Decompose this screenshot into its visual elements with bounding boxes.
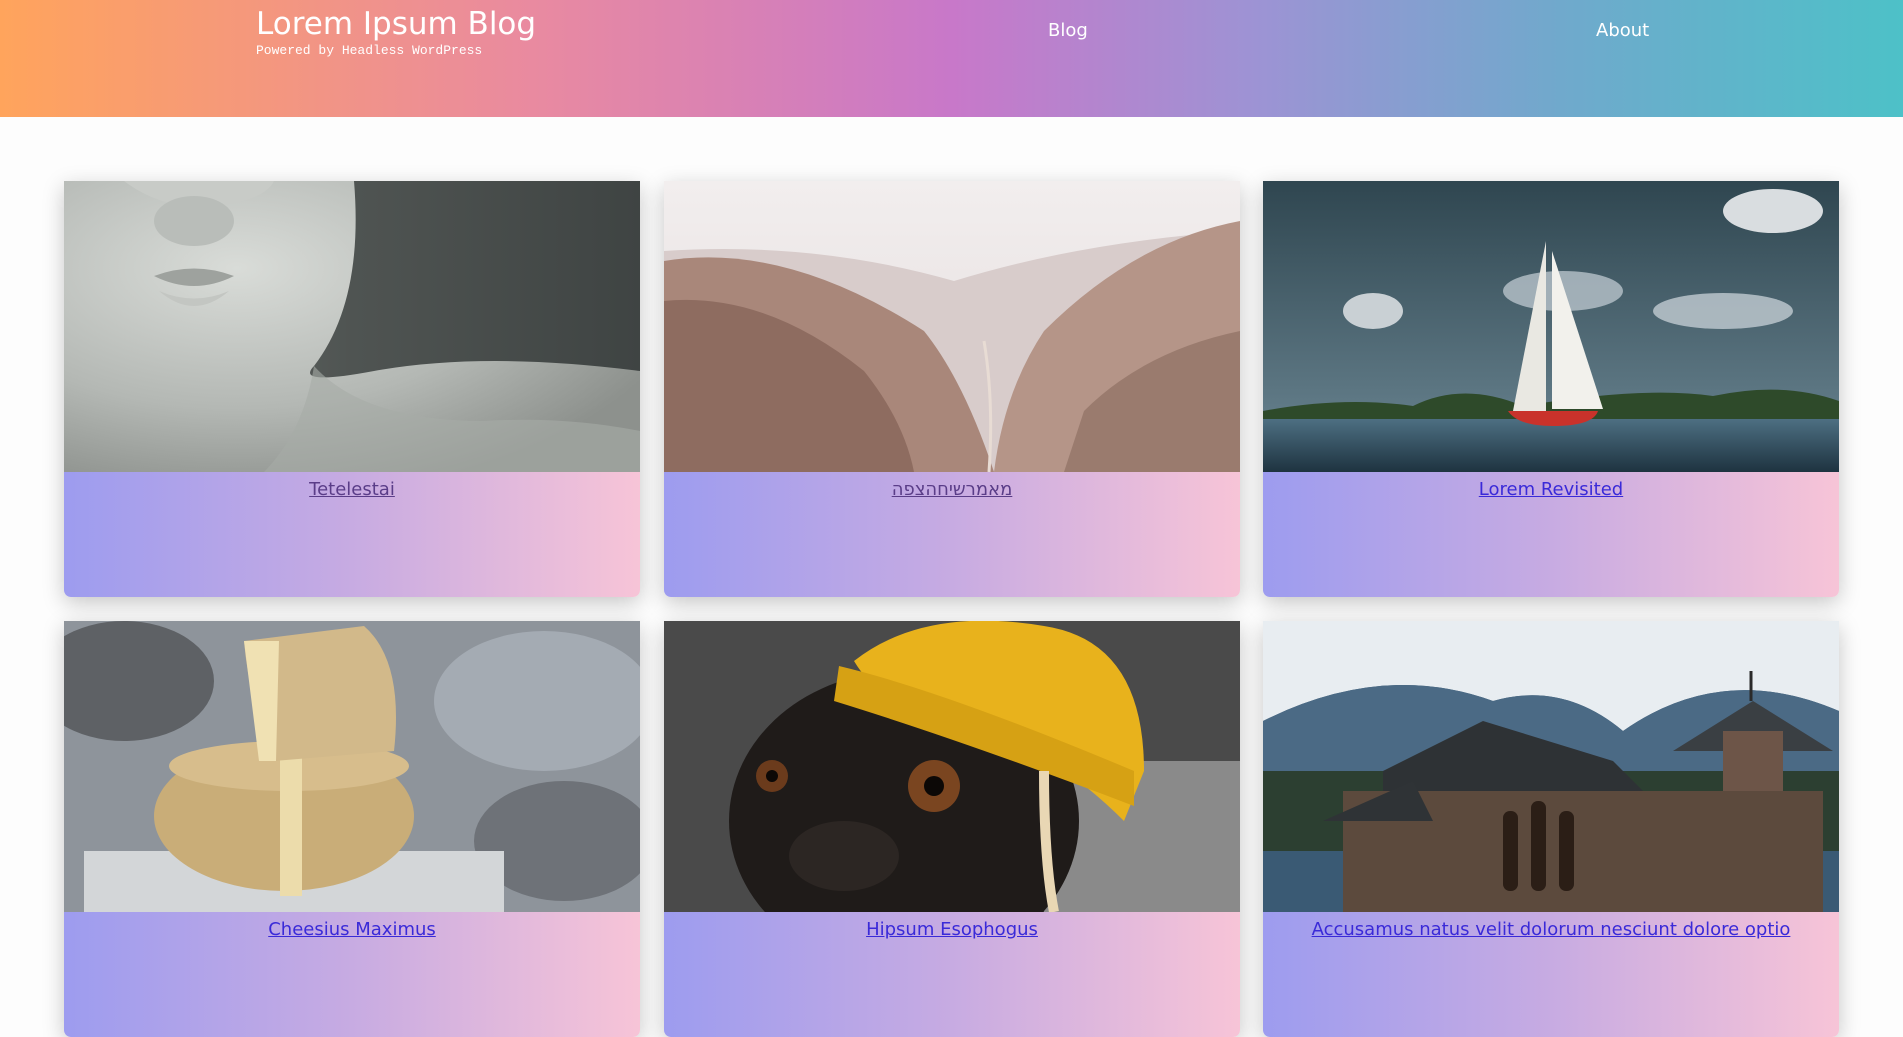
post-card[interactable]: Accusamus natus velit dolorum nesciunt d…: [1263, 621, 1839, 1037]
nav-link-about[interactable]: About: [1596, 20, 1649, 41]
post-thumbnail[interactable]: [1263, 181, 1839, 472]
post-card[interactable]: Hipsum Esophogus: [664, 621, 1240, 1037]
post-card[interactable]: Cheesius Maximus: [64, 621, 640, 1037]
brand[interactable]: Lorem Ipsum Blog Powered by Headless Wor…: [256, 5, 536, 58]
post-title-link[interactable]: Tetelestai: [64, 479, 640, 500]
post-title-link[interactable]: Cheesius Maximus: [64, 919, 640, 940]
post-title-link[interactable]: מאמרשיחהצפה: [664, 479, 1240, 500]
post-title-link[interactable]: Hipsum Esophogus: [664, 919, 1240, 940]
site-title[interactable]: Lorem Ipsum Blog: [256, 5, 536, 43]
desert-valley-image: [664, 181, 1240, 472]
post-thumbnail[interactable]: [64, 621, 640, 912]
marble-statue-image: [64, 181, 640, 472]
pug-yellow-beanie-image: [664, 621, 1240, 912]
post-card[interactable]: Tetelestai: [64, 181, 640, 597]
cheese-wheels-image: [64, 621, 640, 912]
sailboat-lake-image: [1263, 181, 1839, 472]
post-title-link[interactable]: Lorem Revisited: [1263, 479, 1839, 500]
site-tagline: Powered by Headless WordPress: [256, 43, 483, 58]
site-header: Lorem Ipsum Blog Powered by Headless Wor…: [0, 0, 1903, 117]
post-thumbnail[interactable]: [1263, 621, 1839, 912]
nav-link-blog[interactable]: Blog: [1048, 20, 1088, 41]
post-card[interactable]: Lorem Revisited: [1263, 181, 1839, 597]
post-thumbnail[interactable]: [664, 621, 1240, 912]
post-title-link[interactable]: Accusamus natus velit dolorum nesciunt d…: [1263, 919, 1839, 940]
post-thumbnail[interactable]: [664, 181, 1240, 472]
post-card[interactable]: מאמרשיחהצפה: [664, 181, 1240, 597]
stone-chapel-mountains-image: [1263, 621, 1839, 912]
post-thumbnail[interactable]: [64, 181, 640, 472]
